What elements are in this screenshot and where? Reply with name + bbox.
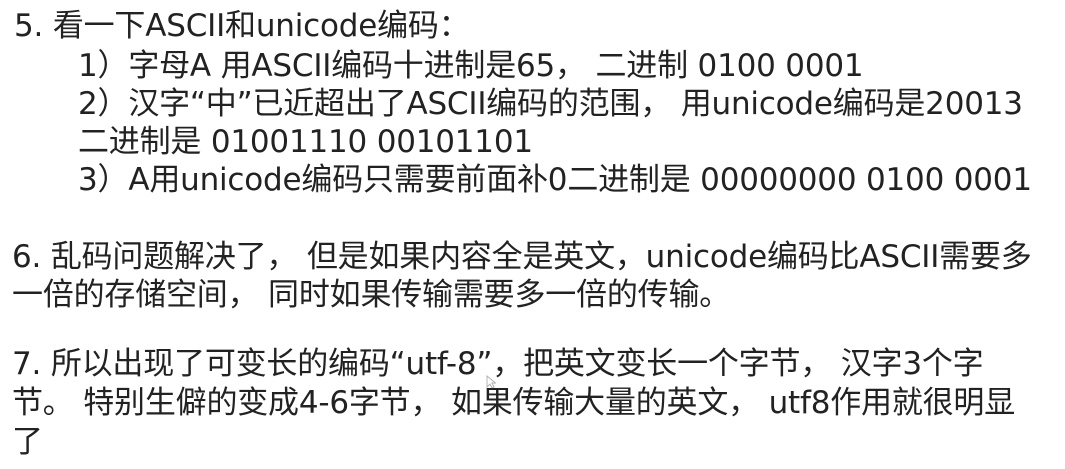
section-5-item-3: 3）A用unicode编码只需要前面补0二进制是 00000000 0100 0… [78,162,1032,198]
mouse-pointer-icon [486,375,496,389]
section-5-heading: 5. 看一下ASCII和unicode编码： [14,8,470,44]
section-5-item-2: 2）汉字“中”已近超出了ASCII编码的范围， 用unicode编码是20013 [78,86,1023,122]
section-5-item-1: 1）字母A 用ASCII编码十进制是65， 二进制 0100 0001 [78,48,864,84]
section-7-line-1: 7. 所以出现了可变长的编码“utf-8”，把英文变长一个字节， 汉字3个字 [12,346,984,382]
section-7-line-2: 节。 特别生僻的变成4-6字节， 如果传输大量的英文， utf8作用就很明显 [12,385,1016,421]
section-6-line-1: 6. 乱码问题解决了， 但是如果内容全是英文，unicode编码比ASCII需要… [12,239,1032,275]
section-6-line-2: 一倍的存储空间， 同时如果传输需要多一倍的传输。 [12,277,731,313]
slide: 5. 看一下ASCII和unicode编码： 1）字母A 用ASCII编码十进制… [0,0,1065,469]
section-5-item-2-continued: 二进制是 01001110 00101101 [78,124,533,160]
section-7-line-3: 了 [12,424,43,460]
